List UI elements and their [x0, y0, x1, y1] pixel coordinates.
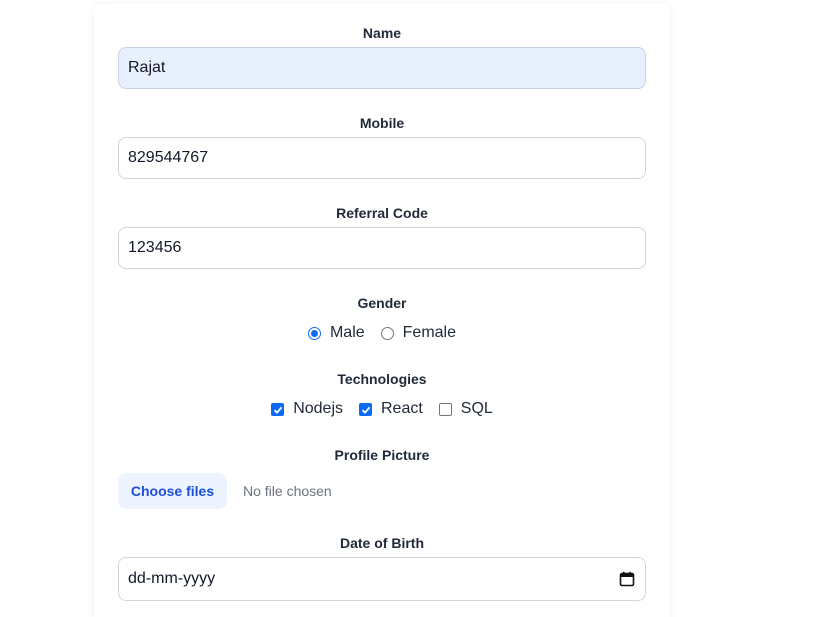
male-label: Male	[329, 324, 365, 341]
mobile-label: Mobile	[359, 115, 405, 131]
mobile-input[interactable]: 829544767	[118, 137, 646, 179]
male-radio[interactable]	[307, 326, 321, 340]
tech-option-nodejs[interactable]: Nodejs	[271, 400, 343, 418]
gender-options: Male Female	[118, 324, 646, 342]
profile-picture-label: Profile Picture	[334, 447, 430, 463]
female-label: Female	[402, 324, 457, 341]
nodejs-label: Nodejs	[293, 400, 343, 417]
checkmark-icon	[274, 406, 283, 414]
sql-label: SQL	[460, 400, 493, 417]
nodejs-checkbox[interactable]	[271, 402, 285, 416]
name-input-value: Rajat	[128, 59, 166, 76]
technologies-options: Nodejs React SQL	[118, 400, 646, 418]
date-of-birth-placeholder: dd-mm-yyyy	[128, 570, 216, 587]
sql-checkbox[interactable]	[438, 402, 452, 416]
referral-code-input-value: 123456	[128, 239, 182, 256]
name-input[interactable]: Rajat	[118, 47, 646, 89]
mobile-input-value: 829544767	[128, 149, 209, 166]
gender-option-male[interactable]: Male	[307, 324, 365, 342]
referral-code-label: Referral Code	[336, 205, 428, 221]
referral-code-input[interactable]: 123456	[118, 227, 646, 269]
tech-option-sql[interactable]: SQL	[438, 400, 493, 418]
calendar-icon[interactable]	[619, 571, 635, 592]
react-checkbox[interactable]	[359, 402, 372, 416]
date-of-birth-label: Date of Birth	[340, 535, 424, 551]
react-label: React	[381, 400, 423, 417]
date-of-birth-input[interactable]: dd-mm-yyyy	[118, 557, 646, 601]
choose-files-button[interactable]: Choose files	[118, 473, 227, 509]
name-label: Name	[362, 25, 402, 41]
gender-option-female[interactable]: Female	[380, 324, 457, 342]
female-radio[interactable]	[380, 326, 394, 340]
checkmark-icon	[361, 406, 371, 414]
tech-option-react[interactable]: React	[359, 400, 423, 418]
page: Name Rajat Mobile 829544767 Referral Cod…	[0, 0, 834, 617]
file-status-text: No file chosen	[243, 483, 332, 499]
technologies-label: Technologies	[337, 371, 427, 387]
gender-label: Gender	[357, 295, 407, 311]
